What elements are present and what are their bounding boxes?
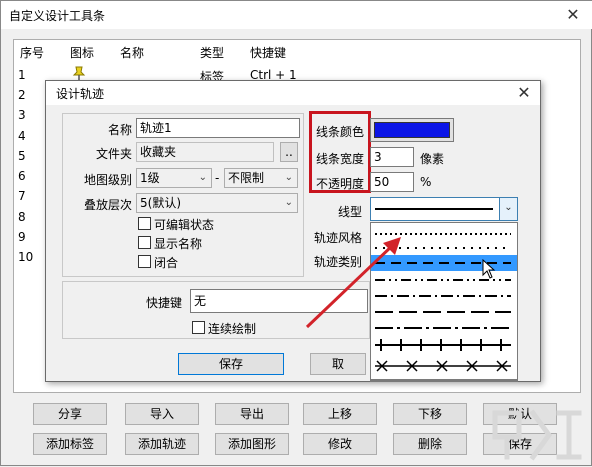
app-window: 自定义设计工具条 ✕ 序号 图标 名称 类型 快捷键 1 标签 Ctrl + 1…	[0, 0, 592, 466]
annotation-arrow-icon	[305, 237, 401, 329]
watermark-logo-icon	[492, 409, 582, 461]
